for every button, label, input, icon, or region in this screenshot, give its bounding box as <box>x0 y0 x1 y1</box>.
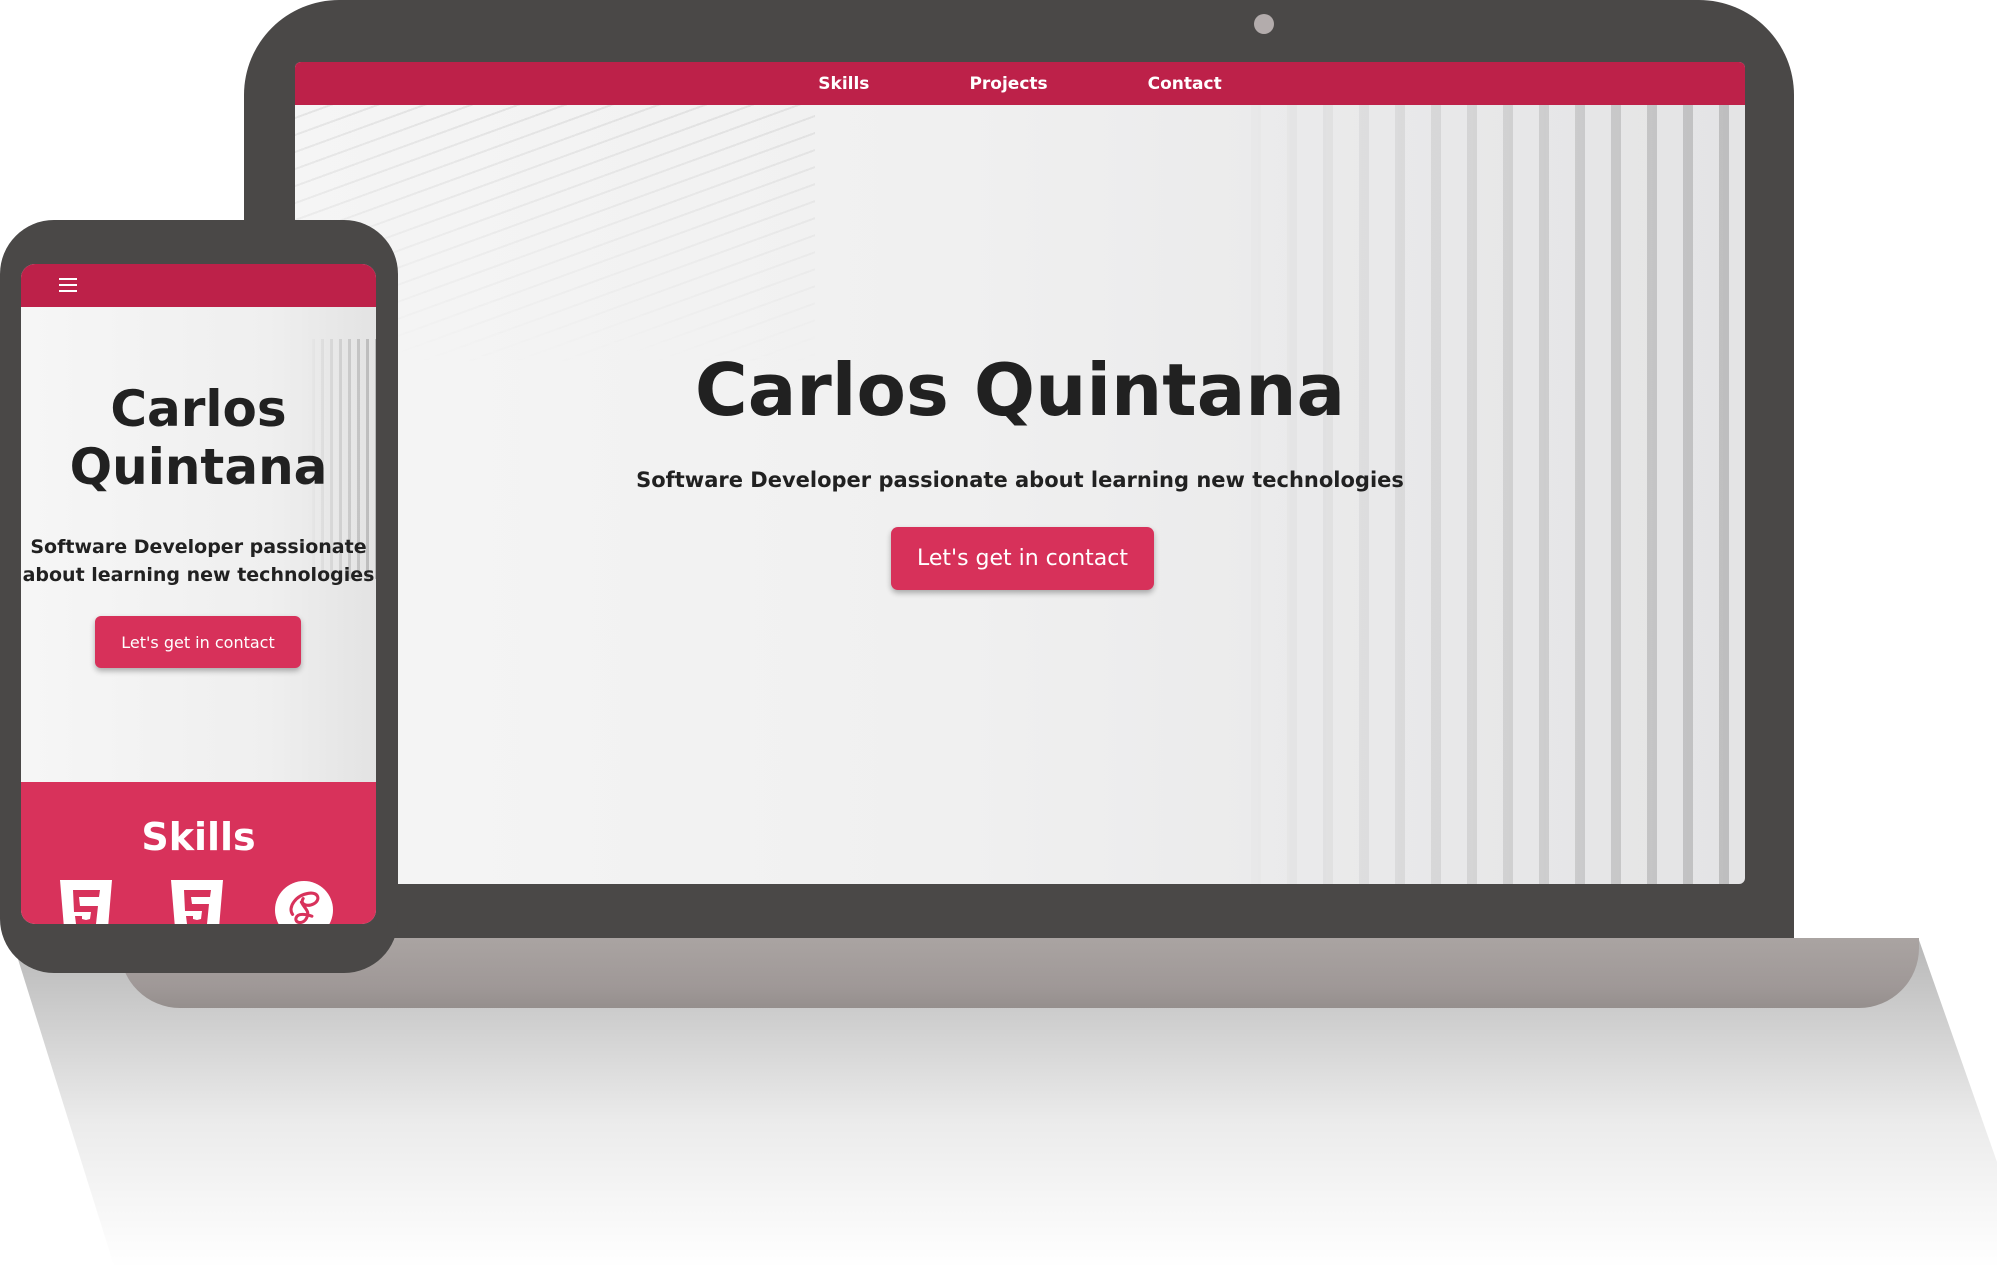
phone-hero-subtitle-line1: Software Developer passionate <box>30 536 367 558</box>
nav-link-skills[interactable]: Skills <box>768 74 919 94</box>
nav-link-contact[interactable]: Contact <box>1098 74 1272 94</box>
phone-hero-title-line1: Carlos <box>110 380 287 438</box>
phone-screen: Carlos Quintana Software Developer passi… <box>21 264 376 924</box>
laptop-screen: Skills Projects Contact Carlos Quintana … <box>295 62 1745 884</box>
phone-contact-button[interactable]: Let's get in contact <box>95 616 301 668</box>
css3-icon <box>171 880 223 924</box>
hero-title: Carlos Quintana <box>694 348 1346 432</box>
html5-icon <box>60 880 112 924</box>
nav-link-projects[interactable]: Projects <box>919 74 1097 94</box>
laptop-camera <box>1254 14 1274 34</box>
skills-heading: Skills <box>141 815 256 859</box>
hero-subtitle: Software Developer passionate about lear… <box>636 468 1404 492</box>
laptop-base <box>120 938 1919 1008</box>
hamburger-menu-icon[interactable] <box>59 278 79 292</box>
phone-skills-section: Skills <box>21 782 376 924</box>
phone-hero-subtitle-line2: about learning new technologies <box>22 564 375 586</box>
phone-hero-subtitle: Software Developer passionate about lear… <box>21 533 376 589</box>
phone-hero-title: Carlos Quintana <box>21 380 376 496</box>
contact-button[interactable]: Let's get in contact <box>891 527 1154 590</box>
phone-hero-title-line2: Quintana <box>69 438 328 496</box>
laptop-navbar: Skills Projects Contact <box>295 62 1745 105</box>
sass-icon <box>275 881 333 924</box>
phone-navbar <box>21 264 376 307</box>
